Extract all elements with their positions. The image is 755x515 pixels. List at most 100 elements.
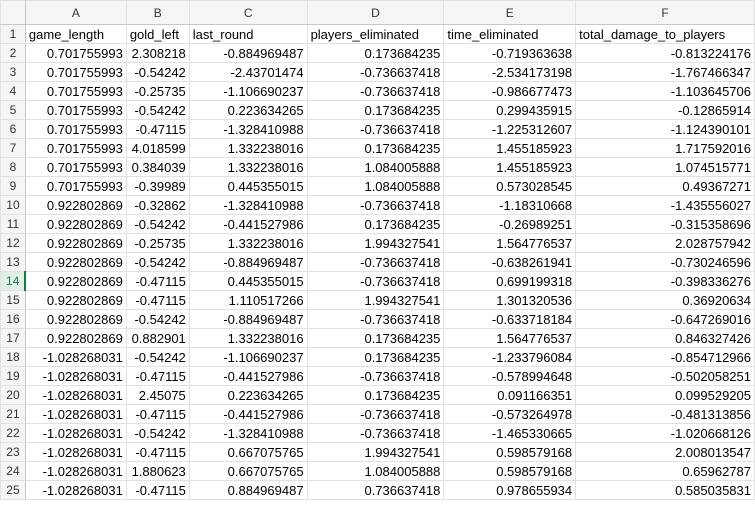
data-cell[interactable]: -1.18310668 — [443, 195, 577, 215]
data-cell[interactable]: -0.736637418 — [306, 423, 445, 443]
data-cell[interactable]: 1.332238016 — [188, 157, 308, 177]
data-cell[interactable]: -0.47115 — [125, 290, 190, 310]
header-cell[interactable]: last_round — [188, 24, 308, 44]
data-cell[interactable]: -0.578994648 — [443, 366, 577, 386]
data-cell[interactable]: 0.701755993 — [24, 43, 127, 63]
data-cell[interactable]: -0.854712966 — [575, 347, 755, 367]
data-cell[interactable]: -0.47115 — [125, 366, 190, 386]
row-header[interactable]: 6 — [0, 119, 26, 139]
data-cell[interactable]: -0.441527986 — [188, 366, 308, 386]
data-cell[interactable]: 1.994327541 — [306, 442, 445, 462]
data-cell[interactable]: -1.020668126 — [575, 423, 755, 443]
data-cell[interactable]: 0.173684235 — [306, 214, 445, 234]
column-header-a[interactable]: A — [24, 0, 127, 25]
data-cell[interactable]: -0.736637418 — [306, 271, 445, 291]
row-header[interactable]: 14 — [0, 271, 27, 291]
data-cell[interactable]: 0.667075765 — [188, 442, 308, 462]
data-cell[interactable]: -1.028268031 — [24, 461, 127, 481]
data-cell[interactable]: 0.701755993 — [24, 176, 127, 196]
data-cell[interactable]: -0.54242 — [125, 100, 190, 120]
data-cell[interactable]: 1.332238016 — [188, 328, 308, 348]
data-cell[interactable]: 0.598579168 — [443, 442, 577, 462]
data-cell[interactable]: 1.110517266 — [188, 290, 308, 310]
data-cell[interactable]: -0.502058251 — [575, 366, 755, 386]
data-cell[interactable]: -0.730246596 — [575, 252, 755, 272]
data-cell[interactable]: 0.701755993 — [24, 119, 127, 139]
select-all-corner[interactable] — [0, 0, 26, 25]
data-cell[interactable]: -1.028268031 — [24, 347, 127, 367]
data-cell[interactable]: -0.441527986 — [188, 404, 308, 424]
data-cell[interactable]: 0.701755993 — [24, 81, 127, 101]
data-cell[interactable]: -1.328410988 — [188, 423, 308, 443]
data-cell[interactable]: 1.994327541 — [306, 290, 445, 310]
row-header[interactable]: 15 — [0, 290, 26, 310]
data-cell[interactable]: 0.091166351 — [443, 385, 577, 405]
data-cell[interactable]: 0.701755993 — [24, 62, 127, 82]
data-cell[interactable]: -1.028268031 — [24, 404, 127, 424]
data-cell[interactable]: -0.39989 — [125, 176, 190, 196]
data-cell[interactable]: -1.435556027 — [575, 195, 755, 215]
row-header[interactable]: 20 — [0, 385, 26, 405]
row-header[interactable]: 2 — [0, 43, 26, 63]
data-cell[interactable]: 4.018599 — [125, 138, 190, 158]
row-header[interactable]: 10 — [0, 195, 26, 215]
row-header[interactable]: 11 — [0, 214, 26, 234]
data-cell[interactable]: 2.028757942 — [575, 233, 755, 253]
data-cell[interactable]: 0.922802869 — [24, 309, 127, 329]
data-cell[interactable]: -1.103645706 — [575, 81, 755, 101]
data-cell[interactable]: -0.813224176 — [575, 43, 755, 63]
data-cell[interactable]: 0.299435915 — [443, 100, 577, 120]
data-cell[interactable]: -1.028268031 — [24, 442, 127, 462]
row-header[interactable]: 13 — [0, 252, 26, 272]
data-cell[interactable]: -0.736637418 — [306, 404, 445, 424]
data-cell[interactable]: 1.332238016 — [188, 233, 308, 253]
data-cell[interactable]: 1.564776537 — [443, 328, 577, 348]
data-cell[interactable]: -0.736637418 — [306, 195, 445, 215]
data-cell[interactable]: 0.922802869 — [24, 214, 127, 234]
data-cell[interactable]: 0.978655934 — [443, 480, 577, 500]
data-cell[interactable]: 1.301320536 — [443, 290, 577, 310]
data-cell[interactable]: -0.25735 — [125, 233, 190, 253]
data-cell[interactable]: -0.638261941 — [443, 252, 577, 272]
data-cell[interactable]: -0.736637418 — [306, 366, 445, 386]
header-cell[interactable]: total_damage_to_players — [575, 24, 755, 44]
row-header[interactable]: 12 — [0, 233, 26, 253]
data-cell[interactable]: -0.633718184 — [443, 309, 577, 329]
row-header[interactable]: 17 — [0, 328, 26, 348]
data-cell[interactable]: -1.124390101 — [575, 119, 755, 139]
data-cell[interactable]: -0.736637418 — [306, 309, 445, 329]
data-cell[interactable]: 0.49367271 — [575, 176, 755, 196]
data-cell[interactable]: 0.573028545 — [443, 176, 577, 196]
data-cell[interactable]: -0.12865914 — [575, 100, 755, 120]
data-cell[interactable]: 0.445355015 — [188, 176, 308, 196]
data-cell[interactable]: 0.922802869 — [24, 271, 127, 291]
header-cell[interactable]: time_eliminated — [443, 24, 577, 44]
row-header[interactable]: 21 — [0, 404, 26, 424]
data-cell[interactable]: -1.767466347 — [575, 62, 755, 82]
data-cell[interactable]: 0.922802869 — [24, 328, 127, 348]
data-cell[interactable]: -0.54242 — [125, 214, 190, 234]
data-cell[interactable]: -0.398336276 — [575, 271, 755, 291]
column-header-e[interactable]: E — [443, 0, 577, 25]
data-cell[interactable]: -1.028268031 — [24, 366, 127, 386]
header-cell[interactable]: gold_left — [125, 24, 190, 44]
data-cell[interactable]: 1.455185923 — [443, 138, 577, 158]
row-header[interactable]: 25 — [0, 480, 26, 500]
data-cell[interactable]: 1.084005888 — [306, 176, 445, 196]
data-cell[interactable]: -0.736637418 — [306, 81, 445, 101]
data-cell[interactable]: 0.884969487 — [188, 480, 308, 500]
data-cell[interactable]: 1.332238016 — [188, 138, 308, 158]
data-cell[interactable]: -0.884969487 — [188, 309, 308, 329]
row-header[interactable]: 8 — [0, 157, 26, 177]
column-header-f[interactable]: F — [575, 0, 755, 25]
data-cell[interactable]: 1.084005888 — [306, 157, 445, 177]
data-cell[interactable]: 0.223634265 — [188, 385, 308, 405]
data-cell[interactable]: 2.308218 — [125, 43, 190, 63]
data-cell[interactable]: 0.173684235 — [306, 385, 445, 405]
data-cell[interactable]: -1.233796084 — [443, 347, 577, 367]
data-cell[interactable]: 0.922802869 — [24, 233, 127, 253]
data-cell[interactable]: -0.47115 — [125, 119, 190, 139]
data-cell[interactable]: -1.028268031 — [24, 480, 127, 500]
row-header[interactable]: 16 — [0, 309, 26, 329]
data-cell[interactable]: -0.736637418 — [306, 62, 445, 82]
